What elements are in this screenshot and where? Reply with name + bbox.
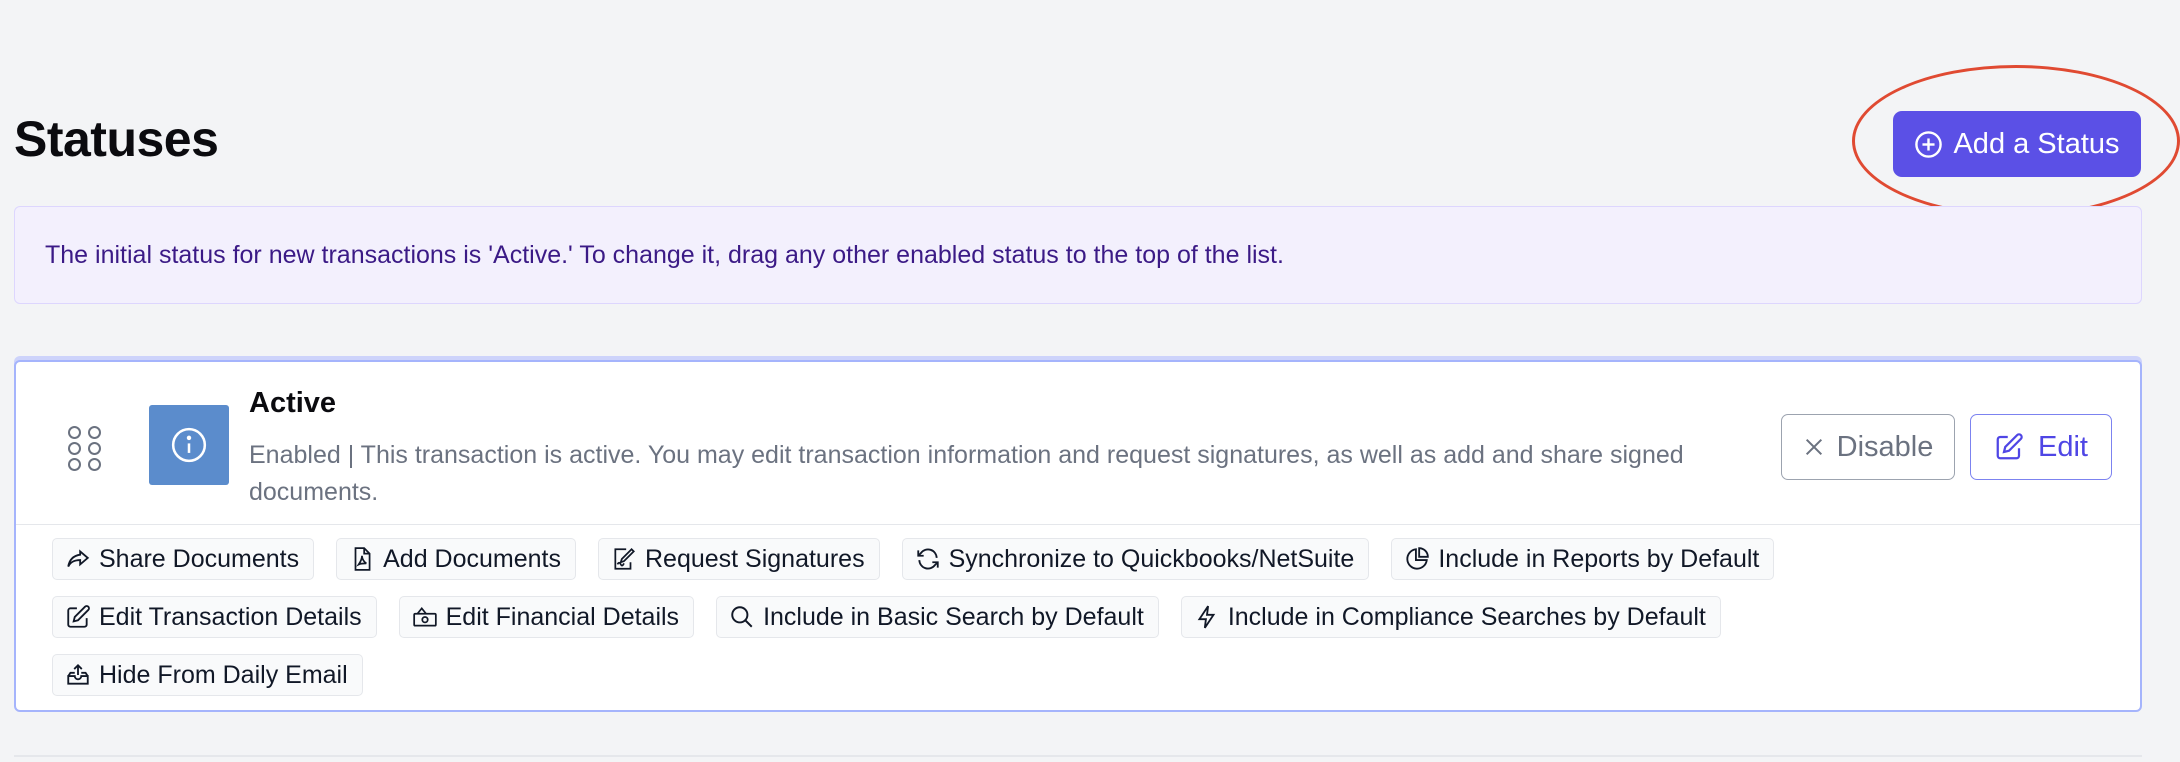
bolt-icon xyxy=(1197,605,1216,629)
tag-edit-transaction-details: Edit Transaction Details xyxy=(52,596,377,638)
tag-include-in-basic-search: Include in Basic Search by Default xyxy=(716,596,1159,638)
status-name: Active xyxy=(249,387,337,419)
plus-circle-icon xyxy=(1915,130,1943,158)
status-card[interactable]: Active Enabled | This transaction is act… xyxy=(14,360,2142,712)
tag-add-documents: Add Documents xyxy=(336,538,576,580)
tag-synchronize: Synchronize to Quickbooks/NetSuite xyxy=(901,538,1370,580)
page-title: Statuses xyxy=(14,111,219,167)
tag-share-documents: Share Documents xyxy=(52,538,315,580)
permission-tags: Share Documents Add Documents Request Si… xyxy=(52,538,2112,712)
next-card-edge xyxy=(14,755,2142,757)
inbox-upload-icon xyxy=(67,663,89,685)
edit-icon xyxy=(1996,433,2023,460)
disable-button[interactable]: Disable xyxy=(1781,414,1955,480)
share-icon xyxy=(67,549,90,568)
info-banner: The initial status for new transactions … xyxy=(14,206,2142,304)
edit-button[interactable]: Edit xyxy=(1970,414,2112,480)
add-status-label: Add a Status xyxy=(1953,127,2120,160)
tag-include-in-compliance-searches: Include in Compliance Searches by Defaul… xyxy=(1180,596,1721,638)
status-description: Enabled | This transaction is active. Yo… xyxy=(249,441,1684,506)
signature-icon xyxy=(614,548,635,570)
tag-include-in-reports: Include in Reports by Default xyxy=(1391,538,1775,580)
search-icon xyxy=(731,606,753,628)
add-status-button[interactable]: Add a Status xyxy=(1893,111,2141,177)
money-icon xyxy=(412,606,437,627)
info-banner-text: The initial status for new transactions … xyxy=(45,240,1284,269)
pdf-file-icon xyxy=(354,547,371,571)
drag-handle-icon[interactable] xyxy=(68,426,102,474)
edit-label: Edit xyxy=(2038,430,2088,463)
sync-icon xyxy=(916,548,939,570)
close-icon xyxy=(1805,438,1822,456)
card-divider xyxy=(16,524,2140,525)
disable-label: Disable xyxy=(1836,430,1934,463)
info-icon xyxy=(149,405,229,485)
tag-edit-financial-details: Edit Financial Details xyxy=(398,596,695,638)
edit-icon xyxy=(67,605,90,628)
pie-chart-icon xyxy=(1406,547,1430,570)
tag-request-signatures: Request Signatures xyxy=(597,538,880,580)
tag-hide-from-daily-email: Hide From Daily Email xyxy=(52,654,363,696)
